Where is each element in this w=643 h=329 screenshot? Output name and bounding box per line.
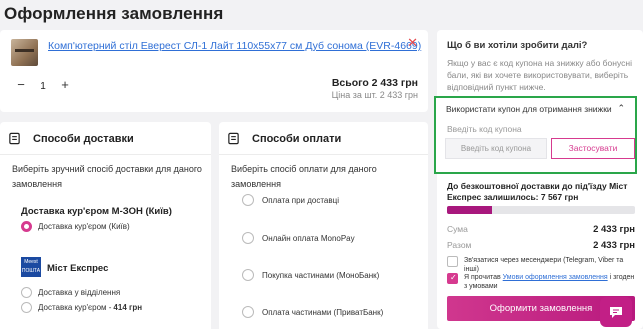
radio-checked[interactable]	[21, 221, 32, 232]
divider	[0, 154, 211, 155]
coupon-toggle[interactable]: Використати купон для отримання знижки	[446, 104, 612, 114]
payment-option-monobank-parts[interactable]: Покупка частинами (МоноБанк)	[242, 269, 379, 281]
radio[interactable]	[21, 287, 32, 298]
delivery-card: Способи доставки Виберіть зручний спосіб…	[0, 122, 211, 329]
option-label: Оплата при доставці	[262, 195, 339, 205]
apply-coupon-button[interactable]: Застосувати	[551, 138, 635, 159]
item-total: Всього 2 433 грн	[331, 77, 418, 89]
coupon-label: Введіть код купона	[447, 124, 522, 134]
delivery-option-branch[interactable]: Доставка у відділення	[21, 287, 120, 298]
sum-row: Сума 2 433 грн	[447, 224, 635, 235]
product-name-link[interactable]: Комп'ютерний стіл Еверест СЛ-1 Лайт 110x…	[48, 40, 421, 52]
page-title: Оформлення замовлення	[4, 4, 224, 23]
payment-option-monopay[interactable]: Онлайн оплата MonoPay	[242, 232, 355, 244]
coupon-input[interactable]: Введіть код купона	[445, 138, 547, 159]
messenger-consent-row: Зв'язатися через месенджери (Telegram, V…	[447, 256, 637, 274]
carrier-meest-title: Міст Експрес	[47, 263, 109, 274]
option-label: Доставка у відділення	[38, 288, 121, 297]
product-card: Комп'ютерний стіл Еверест СЛ-1 Лайт 110x…	[0, 30, 428, 112]
next-step-description: Якщо у вас є код купона на знижку або бо…	[447, 58, 632, 92]
increase-quantity-button[interactable]: +	[56, 77, 74, 95]
chat-icon	[610, 306, 622, 318]
messenger-consent-label: Зв'язатися через месенджери (Telegram, V…	[464, 257, 624, 273]
delivery-option-courier-kyiv[interactable]: Доставка кур'єром (Київ)	[21, 221, 130, 232]
meest-logo: Meest ПОШТА	[21, 257, 41, 277]
truck-icon	[9, 132, 20, 145]
terms-consent-row: Я прочитав Умови оформлення замовлення і…	[447, 273, 637, 291]
radio[interactable]	[242, 269, 254, 281]
delivery-option-courier-meest[interactable]: Доставка кур'єром - 414 грн	[21, 302, 142, 313]
terms-label: Я прочитав Умови оформлення замовлення і…	[464, 273, 637, 291]
terms-link[interactable]: Умови оформлення замовлення	[503, 274, 608, 281]
remove-item-icon[interactable]: ✕	[407, 35, 418, 51]
messenger-checkbox[interactable]	[447, 256, 458, 267]
terms-checkbox[interactable]	[447, 273, 458, 284]
coupon-section: Використати купон для отримання знижки ⌃…	[434, 96, 637, 174]
sum-label: Сума	[447, 224, 468, 234]
carrier-mzon-title: Доставка кур'єром М-ЗОН (Київ)	[21, 206, 172, 217]
progress-fill	[447, 206, 493, 214]
option-label: Оплата частинами (ПриватБанк)	[262, 307, 384, 317]
total-value: 2 433 грн	[593, 240, 635, 251]
free-shipping-progress	[447, 206, 635, 214]
unit-price: Ціна за шт. 2 433 грн	[331, 90, 418, 100]
quantity-stepper: − 1 +	[12, 77, 74, 95]
option-price: 414 грн	[113, 303, 143, 312]
radio[interactable]	[21, 302, 32, 313]
radio[interactable]	[242, 232, 254, 244]
decrease-quantity-button[interactable]: −	[12, 77, 30, 95]
delivery-hint: Виберіть зручний спосіб доставки для дан…	[12, 164, 202, 189]
sum-value: 2 433 грн	[593, 224, 635, 235]
option-label: Доставка кур'єром (Київ)	[38, 222, 130, 231]
radio[interactable]	[242, 194, 254, 206]
chevron-up-icon[interactable]: ⌃	[617, 103, 625, 114]
payment-icon	[228, 132, 239, 145]
payment-hint: Виберіть спосіб оплати для даного замовл…	[231, 164, 377, 189]
payment-option-privatbank-parts[interactable]: Оплата частинами (ПриватБанк)	[242, 306, 383, 318]
divider	[219, 154, 428, 155]
delivery-title: Способи доставки	[33, 132, 134, 145]
option-label: Покупка частинами (МоноБанк)	[262, 270, 380, 280]
payment-card: Способи оплати Виберіть спосіб оплати дл…	[219, 122, 428, 329]
delivery-header: Способи доставки	[8, 132, 134, 145]
option-label: Онлайн оплата MonoPay	[262, 233, 355, 243]
option-label: Доставка кур'єром -	[38, 303, 112, 312]
payment-header: Способи оплати	[227, 132, 341, 145]
terms-prefix: Я прочитав	[464, 274, 503, 281]
radio[interactable]	[242, 306, 254, 318]
product-thumbnail[interactable]	[11, 39, 38, 66]
free-shipping-text: До безкоштовної доставки до під'їзду Міс…	[447, 181, 628, 202]
next-step-question: Що б ви хотіли зробити далі?	[447, 40, 588, 51]
total-row: Разом 2 433 грн	[447, 240, 635, 251]
chat-button[interactable]	[600, 297, 632, 327]
total-label: Разом	[447, 240, 472, 250]
payment-option-cod[interactable]: Оплата при доставці	[242, 194, 339, 206]
payment-title: Способи оплати	[252, 132, 342, 145]
quantity-value[interactable]: 1	[30, 81, 56, 92]
